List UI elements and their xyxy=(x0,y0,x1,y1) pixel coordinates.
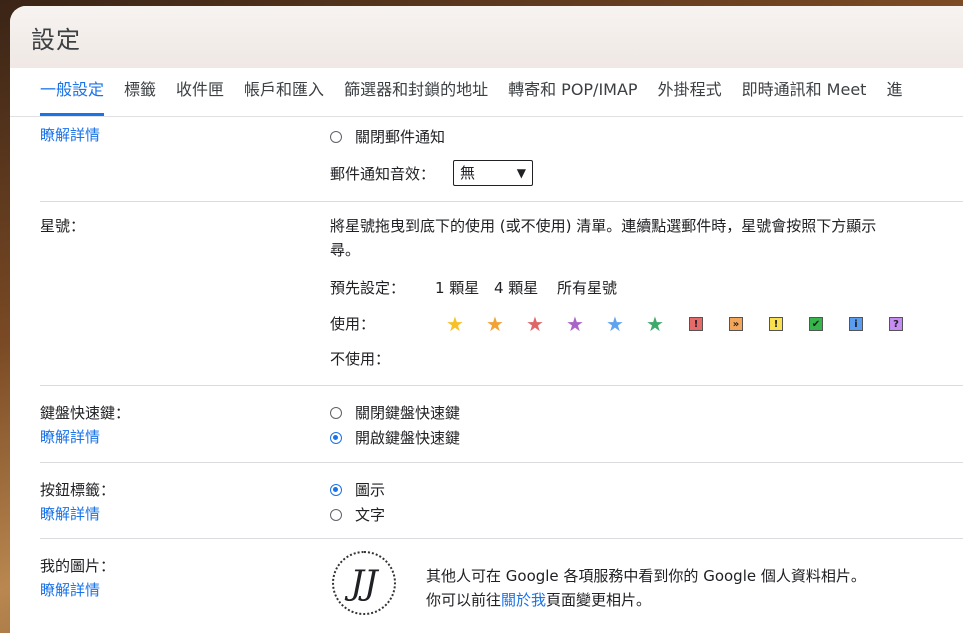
blue-star-icon[interactable]: ★ xyxy=(606,314,624,334)
green-star-icon[interactable]: ★ xyxy=(646,314,664,334)
picture-description: 其他人可在 Google 各項服務中看到你的 Google 個人資料相片。 xyxy=(426,567,866,585)
tab-labels[interactable]: 標籤 xyxy=(124,68,156,116)
notifications-off-label: 關閉郵件通知 xyxy=(355,128,446,146)
button-labels-label: 按鈕標籤： xyxy=(40,481,116,499)
radio-circle-selected[interactable] xyxy=(330,483,342,496)
radio-circle-selected[interactable] xyxy=(330,431,342,444)
learn-more-picture-link[interactable]: 瞭解詳情 xyxy=(40,579,100,600)
page-title: 設定 xyxy=(31,25,81,54)
divider xyxy=(40,462,963,463)
blue-info-icon[interactable]: i xyxy=(849,317,863,331)
notifications-off-radio[interactable]: 關閉郵件通知 xyxy=(330,126,445,147)
button-labels-icons-label: 圖示 xyxy=(355,481,386,499)
radio-circle[interactable] xyxy=(330,508,342,521)
orange-star-icon[interactable]: ★ xyxy=(486,314,504,334)
stars-description-cont: 尋。 xyxy=(330,241,361,259)
learn-more-button-labels-link[interactable]: 瞭解詳情 xyxy=(40,503,100,524)
picture-change-text: 你可以前往關於我頁面變更相片。 xyxy=(426,589,651,610)
divider xyxy=(40,201,963,202)
purple-question-icon[interactable]: ? xyxy=(889,317,903,331)
tab-inbox[interactable]: 收件匣 xyxy=(176,68,224,116)
yellow-star-icon[interactable]: ★ xyxy=(446,314,464,334)
preset-4-stars-link[interactable]: 4 顆星 xyxy=(494,277,538,298)
shortcuts-on-radio[interactable]: 開啟鍵盤快速鍵 xyxy=(330,427,460,448)
tab-advanced[interactable]: 進 xyxy=(886,68,902,116)
preset-1-star-link[interactable]: 1 顆星 xyxy=(435,277,479,298)
tab-chat-meet[interactable]: 即時通訊和 Meet xyxy=(742,68,867,116)
notification-sound-select[interactable]: 無 ▼ xyxy=(453,160,533,186)
red-star-icon[interactable]: ★ xyxy=(526,314,544,334)
stars-in-use-label: 使用： xyxy=(330,315,376,333)
divider xyxy=(40,538,963,539)
stars-label: 星號： xyxy=(40,217,86,235)
avatar-monogram: JJ xyxy=(350,563,378,603)
learn-more-notifications-link[interactable]: 瞭解詳情 xyxy=(40,124,100,145)
divider xyxy=(40,385,963,386)
button-labels-text-label: 文字 xyxy=(355,506,386,524)
my-picture-label: 我的圖片： xyxy=(40,557,116,575)
picture-change-pre: 你可以前往 xyxy=(426,591,502,609)
button-labels-icons-radio[interactable]: 圖示 xyxy=(330,479,385,500)
tab-addons[interactable]: 外掛程式 xyxy=(658,68,722,116)
stars-description: 將星號拖曳到底下的使用 (或不使用) 清單。連續點選郵件時，星號會按照下方顯示 xyxy=(330,217,877,235)
preset-all-stars-link[interactable]: 所有星號 xyxy=(557,277,617,298)
tab-general[interactable]: 一般設定 xyxy=(40,68,105,116)
purple-star-icon[interactable]: ★ xyxy=(566,314,584,334)
notification-sound-label: 郵件通知音效： xyxy=(330,165,436,183)
radio-circle[interactable] xyxy=(330,130,342,143)
avatar[interactable]: JJ xyxy=(332,551,396,615)
shortcuts-on-label: 開啟鍵盤快速鍵 xyxy=(355,429,461,447)
keyboard-shortcuts-label: 鍵盤快速鍵： xyxy=(40,404,131,422)
button-labels-text-radio[interactable]: 文字 xyxy=(330,504,385,525)
tab-filters-blocked[interactable]: 篩選器和封鎖的地址 xyxy=(344,68,488,116)
stars-not-in-use-label: 不使用： xyxy=(330,350,391,368)
yellow-bang-icon[interactable]: ! xyxy=(769,317,783,331)
notification-sound-value: 無 xyxy=(460,164,476,182)
shortcuts-off-radio[interactable]: 關閉鍵盤快速鍵 xyxy=(330,402,460,423)
settings-header: 設定 xyxy=(10,6,963,68)
picture-change-post: 頁面變更相片。 xyxy=(546,591,652,609)
green-check-icon[interactable]: ✔ xyxy=(809,317,823,331)
tab-accounts-import[interactable]: 帳戶和匯入 xyxy=(244,68,324,116)
settings-tabs: 一般設定 標籤 收件匣 帳戶和匯入 篩選器和封鎖的地址 轉寄和 POP/IMAP… xyxy=(10,68,963,117)
tab-forwarding-pop-imap[interactable]: 轉寄和 POP/IMAP xyxy=(508,68,638,116)
orange-guillemet-icon[interactable]: » xyxy=(729,317,743,331)
shortcuts-off-label: 關閉鍵盤快速鍵 xyxy=(355,404,461,422)
about-me-link[interactable]: 關於我 xyxy=(501,591,546,609)
settings-panel: 設定 一般設定 標籤 收件匣 帳戶和匯入 篩選器和封鎖的地址 轉寄和 POP/I… xyxy=(10,6,963,633)
stars-preset-label: 預先設定： xyxy=(330,279,406,297)
chevron-down-icon: ▼ xyxy=(516,166,526,180)
red-bang-icon[interactable]: ! xyxy=(689,317,703,331)
learn-more-shortcuts-link[interactable]: 瞭解詳情 xyxy=(40,426,100,447)
radio-circle[interactable] xyxy=(330,406,342,419)
